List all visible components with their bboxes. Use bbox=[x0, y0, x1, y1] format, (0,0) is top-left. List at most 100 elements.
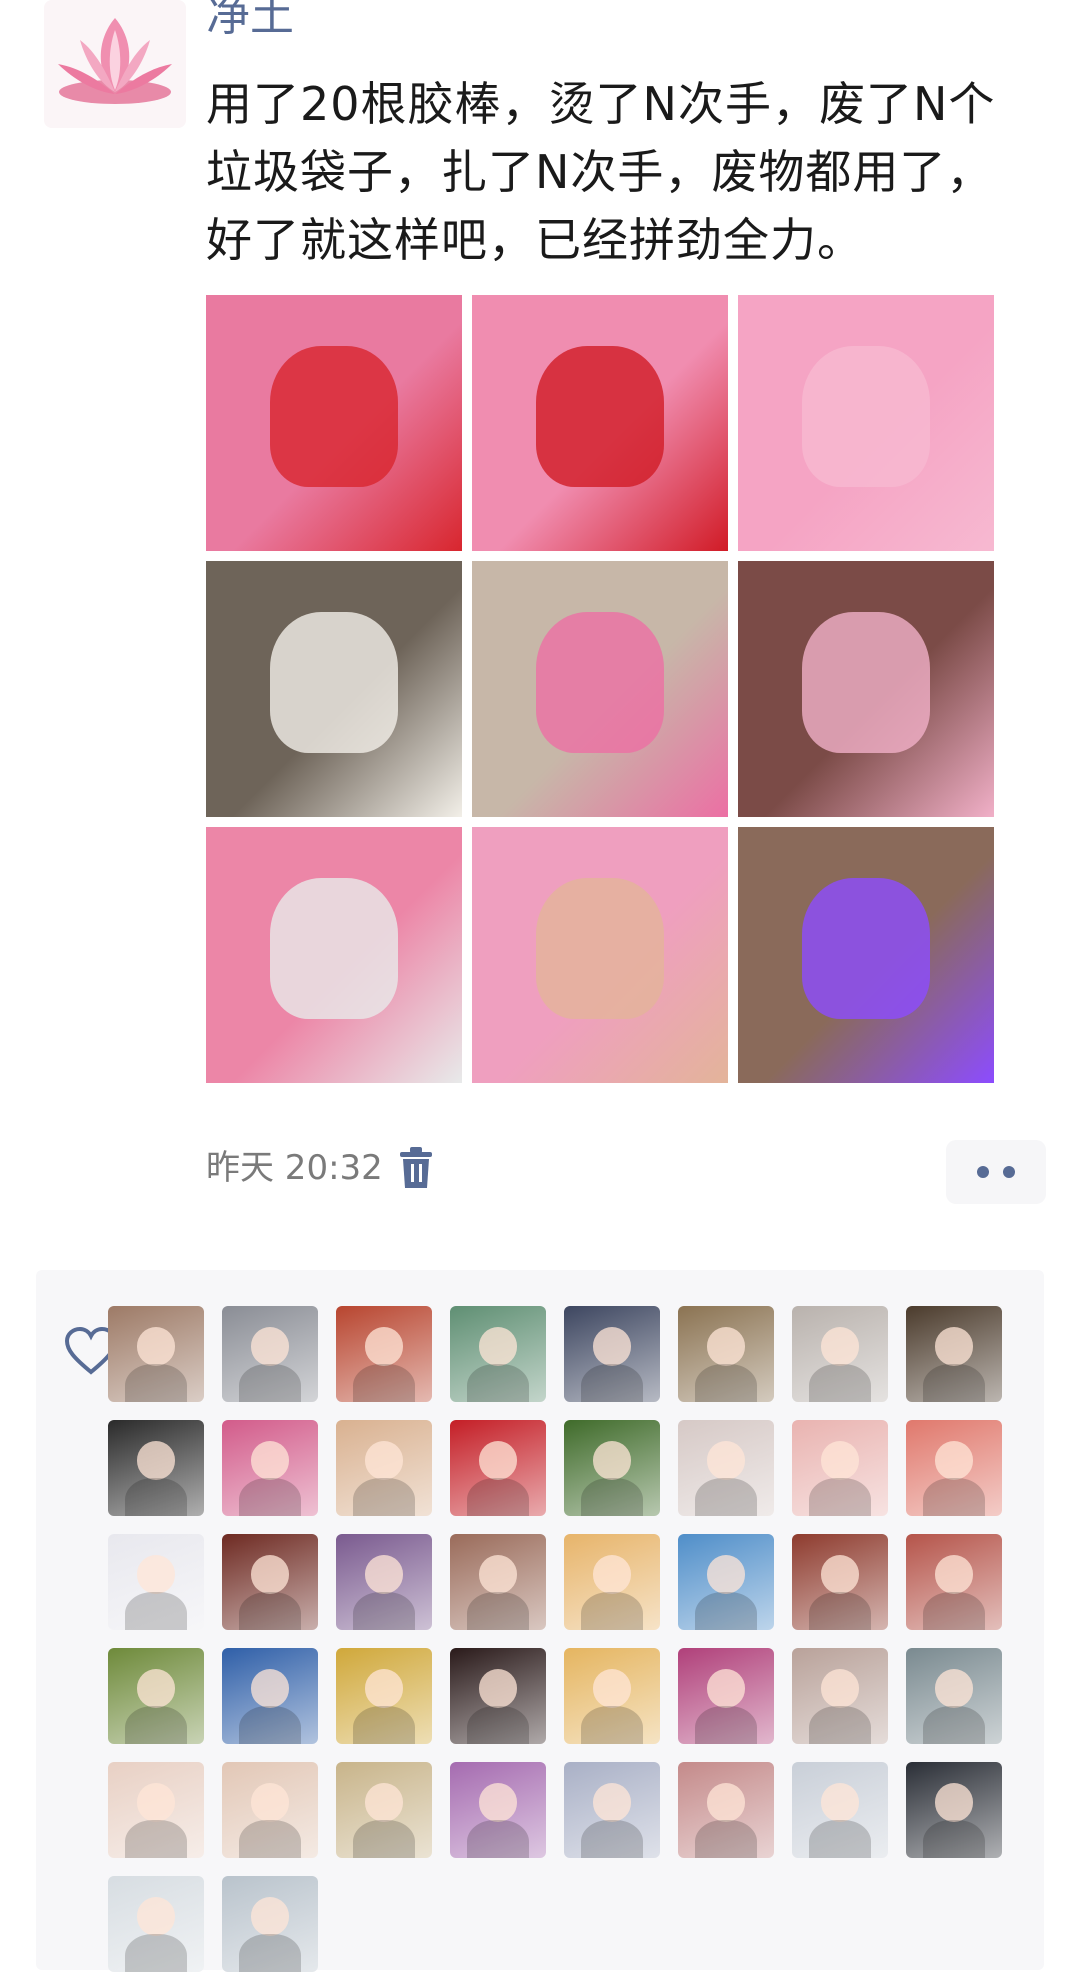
avatar-body bbox=[239, 1363, 301, 1402]
photo-girl-costume[interactable] bbox=[472, 561, 728, 817]
avatar-body bbox=[809, 1819, 871, 1858]
avatar-face bbox=[820, 1327, 860, 1366]
photo-glue-sticks[interactable] bbox=[206, 827, 462, 1083]
avatar-face bbox=[934, 1441, 974, 1480]
avatar-body bbox=[467, 1363, 529, 1402]
photo-pink-hat[interactable] bbox=[738, 295, 994, 551]
liker-avatar[interactable] bbox=[564, 1306, 660, 1402]
photo-lighted-costume[interactable] bbox=[738, 827, 994, 1083]
photo-red-bow-cone[interactable] bbox=[472, 295, 728, 551]
avatar-body bbox=[809, 1591, 871, 1630]
avatar-face bbox=[706, 1783, 746, 1822]
avatar-body bbox=[239, 1477, 301, 1516]
avatar-face bbox=[706, 1555, 746, 1594]
avatar-body bbox=[581, 1591, 643, 1630]
liker-avatar[interactable] bbox=[450, 1306, 546, 1402]
avatar-face bbox=[820, 1555, 860, 1594]
avatar-face bbox=[820, 1783, 860, 1822]
avatar-body bbox=[581, 1363, 643, 1402]
liker-avatar[interactable] bbox=[564, 1762, 660, 1858]
liker-avatar[interactable] bbox=[450, 1762, 546, 1858]
liker-avatar[interactable] bbox=[906, 1534, 1002, 1630]
liker-avatar[interactable] bbox=[450, 1420, 546, 1516]
liker-avatar[interactable] bbox=[678, 1648, 774, 1744]
avatar-body bbox=[809, 1705, 871, 1744]
liker-avatar[interactable] bbox=[450, 1648, 546, 1744]
avatar-body bbox=[467, 1819, 529, 1858]
liker-avatar[interactable] bbox=[336, 1762, 432, 1858]
avatar-body bbox=[467, 1477, 529, 1516]
post-time: 昨天 20:32 bbox=[206, 1148, 383, 1188]
poster-avatar[interactable] bbox=[44, 0, 186, 128]
liker-avatar[interactable] bbox=[906, 1420, 1002, 1516]
avatar-face bbox=[364, 1669, 404, 1708]
liker-avatar[interactable] bbox=[336, 1534, 432, 1630]
liker-avatar[interactable] bbox=[108, 1648, 204, 1744]
liker-avatar[interactable] bbox=[222, 1762, 318, 1858]
liker-avatar[interactable] bbox=[792, 1420, 888, 1516]
liker-avatar[interactable] bbox=[222, 1306, 318, 1402]
liker-avatar[interactable] bbox=[222, 1420, 318, 1516]
liker-avatar[interactable] bbox=[108, 1876, 204, 1972]
trash-icon[interactable] bbox=[396, 1146, 436, 1190]
liker-avatar[interactable] bbox=[222, 1534, 318, 1630]
liker-avatar[interactable] bbox=[108, 1420, 204, 1516]
photo-subject bbox=[802, 878, 930, 1019]
liker-avatar[interactable] bbox=[564, 1648, 660, 1744]
photo-subject bbox=[536, 346, 664, 487]
poster-name[interactable]: 净土 bbox=[206, 0, 294, 46]
liker-avatar[interactable] bbox=[336, 1648, 432, 1744]
photo-subject bbox=[270, 346, 398, 487]
photo-paper-fan-bow[interactable] bbox=[206, 295, 462, 551]
photo-subject bbox=[536, 612, 664, 753]
avatar-face bbox=[478, 1441, 518, 1480]
liker-avatar[interactable] bbox=[336, 1420, 432, 1516]
avatar-face bbox=[136, 1555, 176, 1594]
photo-subject bbox=[802, 346, 930, 487]
post-text: 用了20根胶棒，烫了N次手，废了N个垃圾袋子，扎了N次手，废物都用了，好了就这样… bbox=[206, 77, 996, 267]
avatar-body bbox=[239, 1591, 301, 1630]
liker-avatar[interactable] bbox=[108, 1306, 204, 1402]
avatar-face bbox=[934, 1327, 974, 1366]
liker-avatar[interactable] bbox=[792, 1534, 888, 1630]
avatar-face bbox=[136, 1441, 176, 1480]
avatar-body bbox=[809, 1477, 871, 1516]
avatar-body bbox=[809, 1363, 871, 1402]
avatar-face bbox=[136, 1783, 176, 1822]
avatar-body bbox=[125, 1705, 187, 1744]
photo-white-ruffle-lamp[interactable] bbox=[206, 561, 462, 817]
avatar-body bbox=[923, 1591, 985, 1630]
liker-avatar[interactable] bbox=[564, 1534, 660, 1630]
photo-grid bbox=[206, 295, 996, 1083]
liker-avatar[interactable] bbox=[906, 1648, 1002, 1744]
liker-avatar[interactable] bbox=[906, 1762, 1002, 1858]
avatar-body bbox=[353, 1819, 415, 1858]
liker-avatar[interactable] bbox=[792, 1762, 888, 1858]
avatar-face bbox=[934, 1783, 974, 1822]
avatar-body bbox=[125, 1363, 187, 1402]
photo-mother-daughter[interactable] bbox=[738, 561, 994, 817]
liker-avatar[interactable] bbox=[336, 1306, 432, 1402]
avatar-face bbox=[592, 1327, 632, 1366]
liker-avatar[interactable] bbox=[792, 1306, 888, 1402]
avatar-face bbox=[934, 1669, 974, 1708]
liker-avatar[interactable] bbox=[108, 1534, 204, 1630]
liker-avatar[interactable] bbox=[678, 1762, 774, 1858]
liker-avatar[interactable] bbox=[906, 1306, 1002, 1402]
liker-avatar[interactable] bbox=[222, 1876, 318, 1972]
liker-avatar[interactable] bbox=[564, 1420, 660, 1516]
avatar-face bbox=[820, 1669, 860, 1708]
photo-finger-felt[interactable] bbox=[472, 827, 728, 1083]
liker-avatar[interactable] bbox=[792, 1648, 888, 1744]
liker-avatar[interactable] bbox=[678, 1420, 774, 1516]
liker-avatar[interactable] bbox=[678, 1306, 774, 1402]
avatar-face bbox=[820, 1441, 860, 1480]
liker-avatar[interactable] bbox=[222, 1648, 318, 1744]
avatar-face bbox=[364, 1327, 404, 1366]
liker-avatar[interactable] bbox=[678, 1534, 774, 1630]
avatar-face bbox=[136, 1327, 176, 1366]
photo-subject bbox=[270, 878, 398, 1019]
more-button[interactable] bbox=[946, 1140, 1046, 1204]
liker-avatar[interactable] bbox=[450, 1534, 546, 1630]
liker-avatar[interactable] bbox=[108, 1762, 204, 1858]
